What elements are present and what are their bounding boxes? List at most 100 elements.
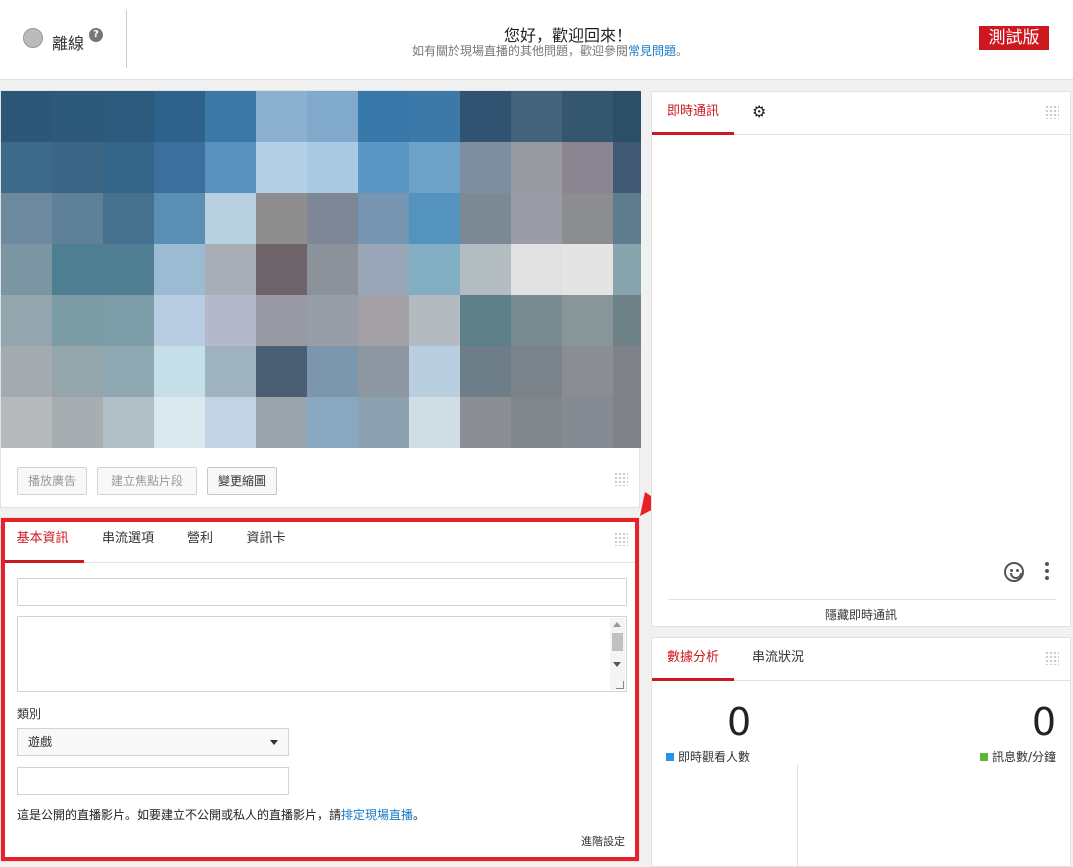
- scroll-up-icon[interactable]: [613, 622, 621, 627]
- description-scrollbar[interactable]: [610, 618, 625, 690]
- change-thumbnail-button[interactable]: 變更縮圖: [207, 467, 277, 495]
- tab-basic-info[interactable]: 基本資訊: [1, 518, 84, 563]
- tab-monetization[interactable]: 營利: [179, 518, 221, 563]
- thumbnail-pixel: [358, 193, 409, 244]
- thumbnail-pixel: [103, 91, 154, 142]
- thumbnail-pixel: [409, 295, 460, 346]
- more-options-icon[interactable]: [1044, 562, 1050, 582]
- thumbnail-pixel: [154, 193, 205, 244]
- stat-divider: [797, 764, 798, 867]
- thumbnail-pixel: [205, 397, 256, 448]
- thumbnail-pixel: [511, 142, 562, 193]
- stream-status-label: 離線: [52, 34, 85, 53]
- faq-hint: 如有關於現場直播的其他問題，歡迎參閱常見問題。: [300, 42, 800, 59]
- thumbnail-pixel: [256, 244, 307, 295]
- thumbnail-pixel: [1, 397, 52, 448]
- thumbnail-pixel: [205, 346, 256, 397]
- gear-icon[interactable]: ⚙: [752, 104, 766, 120]
- thumbnail-pixel: [613, 193, 641, 244]
- thumbnail-pixel: [562, 397, 613, 448]
- viewers-legend-swatch: [666, 753, 674, 761]
- thumbnail-pixel: [154, 91, 205, 142]
- thumbnail-pixel: [256, 193, 307, 244]
- thumbnail-pixel: [613, 142, 641, 193]
- thumbnail-pixel: [613, 244, 641, 295]
- create-highlight-button[interactable]: 建立焦點片段: [97, 467, 197, 495]
- thumbnail-pixel: [205, 91, 256, 142]
- header-divider: [126, 10, 127, 68]
- drag-handle-icon[interactable]: [1045, 651, 1059, 665]
- beta-badge: 測試版: [979, 26, 1049, 50]
- thumbnail-pixel: [1, 142, 52, 193]
- thumbnail-pixel: [460, 346, 511, 397]
- thumbnail-pixel: [307, 142, 358, 193]
- thumbnail-pixel: [307, 397, 358, 448]
- tab-analytics[interactable]: 數據分析: [652, 638, 734, 681]
- live-chat-panel: 即時通訊 ⚙ 隱藏即時通訊: [651, 91, 1071, 627]
- drag-handle-icon[interactable]: [1045, 105, 1059, 119]
- thumbnail-pixel: [511, 91, 562, 142]
- resize-handle-icon[interactable]: [616, 681, 624, 689]
- play-ad-button[interactable]: 播放廣告: [17, 467, 87, 495]
- thumbnail-pixel: [409, 91, 460, 142]
- thumbnail-pixel: [256, 91, 307, 142]
- concurrent-viewers-label: 即時觀看人數: [666, 748, 750, 765]
- thumbnail-pixel: [358, 91, 409, 142]
- category-select[interactable]: 遊戲: [17, 728, 289, 756]
- tab-stream-health[interactable]: 串流狀況: [744, 638, 812, 681]
- thumbnail-pixel: [409, 346, 460, 397]
- tab-stream-options[interactable]: 串流選項: [93, 518, 163, 563]
- video-preview-panel: 播放廣告 建立焦點片段 變更縮圖: [0, 90, 641, 508]
- messages-per-minute-label: 訊息數/分鐘: [979, 748, 1056, 765]
- scrollbar-thumb[interactable]: [612, 633, 623, 651]
- scroll-down-icon[interactable]: [613, 662, 621, 667]
- title-input[interactable]: [17, 578, 627, 606]
- thumbnail-pixel: [256, 142, 307, 193]
- drag-handle-icon[interactable]: [614, 532, 628, 546]
- game-title-input[interactable]: [17, 767, 289, 795]
- messages-per-minute-count: 0: [1031, 700, 1056, 744]
- privacy-note: 這是公開的直播影片。如要建立不公開或私人的直播影片，請排定現場直播。: [17, 806, 425, 823]
- emoji-icon[interactable]: [1004, 562, 1024, 582]
- thumbnail-pixel: [511, 244, 562, 295]
- chat-divider: [668, 599, 1056, 600]
- thumbnail-pixel: [358, 397, 409, 448]
- thumbnail-pixel: [205, 244, 256, 295]
- faq-hint-suffix: 。: [676, 44, 689, 58]
- thumbnail-pixel: [52, 244, 103, 295]
- privacy-note-suffix: 。: [413, 808, 426, 822]
- thumbnail-pixel: [358, 295, 409, 346]
- thumbnail-pixel: [256, 346, 307, 397]
- thumbnail-pixel: [358, 142, 409, 193]
- thumbnail-pixel: [511, 397, 562, 448]
- tab-live-chat[interactable]: 即時通訊: [652, 92, 734, 135]
- advanced-settings-link[interactable]: 進階設定: [581, 833, 625, 849]
- thumbnail-pixel: [562, 91, 613, 142]
- top-header: 離線 ? 您好，歡迎回來！ 如有關於現場直播的其他問題，歡迎參閱常見問題。 測試…: [0, 0, 1073, 80]
- thumbnail-pixel: [154, 295, 205, 346]
- thumbnail-pixel: [460, 244, 511, 295]
- thumbnail-pixel: [613, 91, 641, 142]
- hide-chat-button[interactable]: 隱藏即時通訊: [652, 606, 1070, 623]
- thumbnail-pixel: [613, 295, 641, 346]
- thumbnail-pixel: [205, 193, 256, 244]
- schedule-stream-link[interactable]: 排定現場直播: [341, 808, 413, 822]
- analytics-panel: 數據分析 串流狀況 0 0 即時觀看人數 訊息數/分鐘: [651, 637, 1071, 867]
- thumbnail-pixel: [613, 346, 641, 397]
- tab-cards[interactable]: 資訊卡: [237, 518, 295, 563]
- thumbnail-pixel: [307, 295, 358, 346]
- faq-link[interactable]: 常見問題: [628, 44, 676, 58]
- stream-info-panel: 基本資訊 串流選項 營利 資訊卡 類別 遊戲 這是公開的直播影片。如要建立不公開…: [0, 517, 640, 862]
- thumbnail-pixel: [562, 295, 613, 346]
- description-textarea[interactable]: [17, 616, 627, 692]
- viewers-label-text: 即時觀看人數: [678, 750, 751, 764]
- thumbnail-pixel: [460, 142, 511, 193]
- thumbnail-pixel: [52, 295, 103, 346]
- concurrent-viewers-count: 0: [727, 700, 752, 744]
- drag-handle-icon[interactable]: [614, 472, 628, 486]
- thumbnail-pixel: [1, 193, 52, 244]
- thumbnail-pixel: [562, 142, 613, 193]
- thumbnail-pixel: [358, 346, 409, 397]
- category-label: 類別: [17, 707, 42, 721]
- help-icon[interactable]: ?: [89, 28, 103, 42]
